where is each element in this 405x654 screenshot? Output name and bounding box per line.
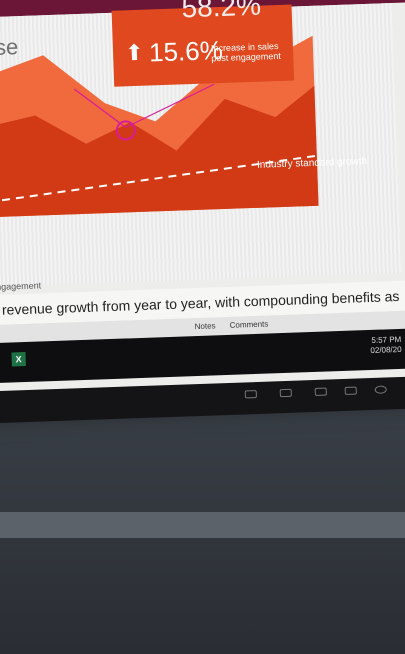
excel-icon[interactable]: X (11, 352, 26, 367)
comments-button[interactable]: Comments (229, 320, 268, 330)
bezel-button-settings[interactable] (314, 387, 327, 396)
arrow-up-icon: ⬆ (124, 39, 144, 66)
stat-callout: 58.2% ⬆ 15.6% Increase in sales post eng… (111, 0, 295, 87)
monitor-screen: ase 58.2% ⬆ 15.6% Increase in sales post… (0, 0, 405, 407)
power-icon[interactable] (374, 385, 387, 394)
slide-footer: engagement (0, 280, 42, 293)
bezel-button-input[interactable] (244, 390, 257, 399)
bezel-button-mode[interactable] (344, 386, 357, 395)
bezel-button-menu[interactable] (279, 388, 292, 398)
presentation-slide[interactable]: ase 58.2% ⬆ 15.6% Increase in sales post… (0, 0, 401, 292)
taskbar-clock[interactable]: 5:57 PM 02/08/20 (370, 335, 402, 356)
callout-caption-line2: post engagement (211, 50, 282, 64)
background-blur-band (0, 512, 405, 538)
callout-caption: Increase in sales post engagement (211, 41, 281, 63)
photo-scene: ase 58.2% ⬆ 15.6% Increase in sales post… (0, 0, 405, 654)
callout-top-value: 58.2% (180, 0, 262, 24)
notes-button[interactable]: Notes (195, 321, 216, 331)
clock-date: 02/08/20 (370, 344, 402, 355)
